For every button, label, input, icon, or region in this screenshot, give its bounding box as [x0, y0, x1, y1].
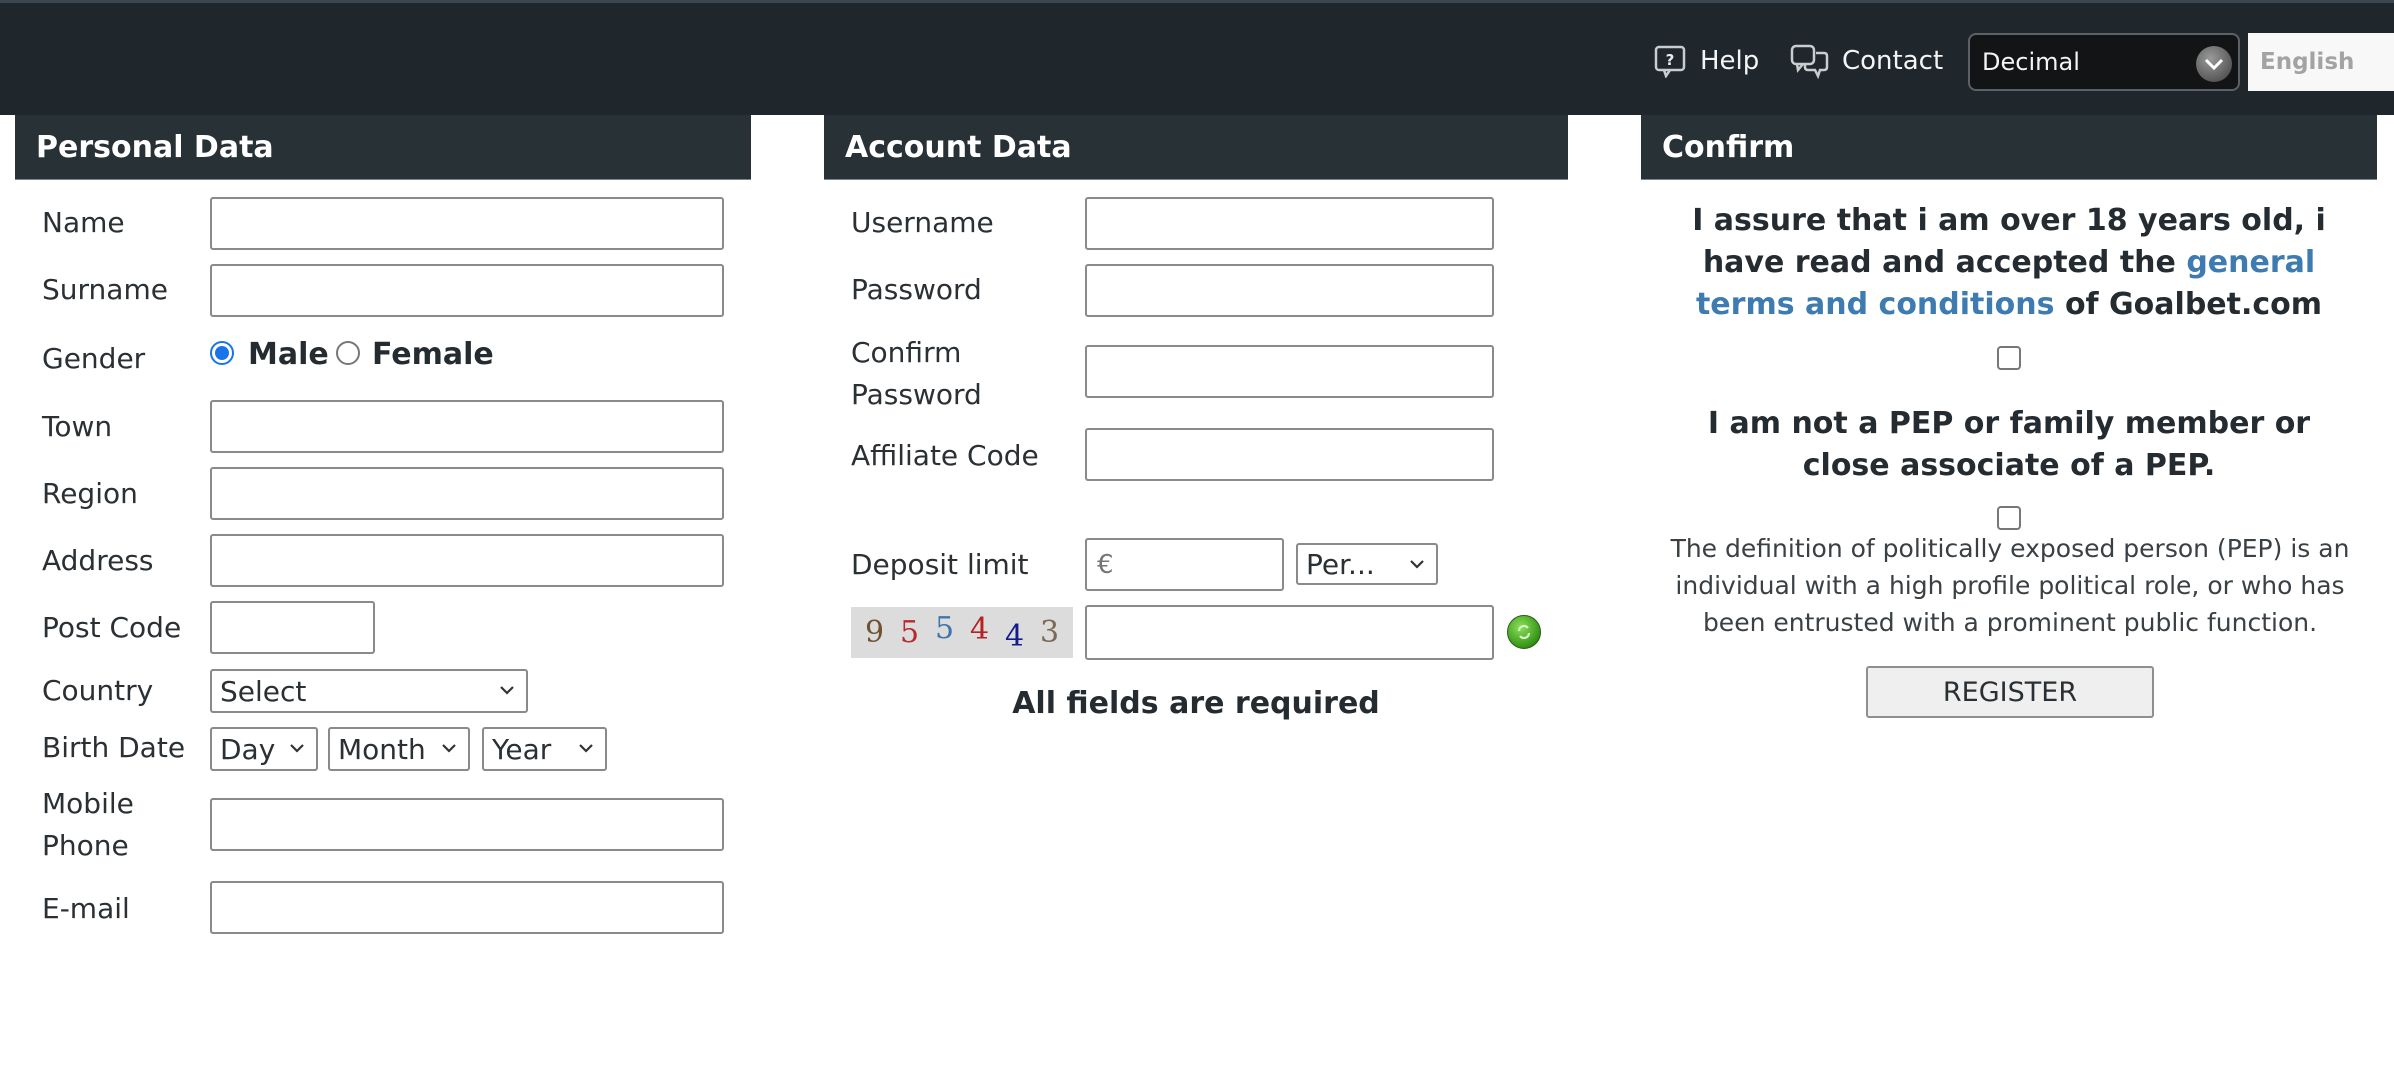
affiliate-code-label: Affiliate Code — [851, 439, 1039, 472]
chevron-down-icon — [1410, 560, 1424, 569]
all-fields-required-note: All fields are required — [1012, 686, 1380, 721]
town-label: Town — [42, 410, 113, 443]
address-label: Address — [42, 544, 154, 577]
region-input[interactable] — [210, 467, 724, 520]
captcha-digit: 4 — [969, 612, 990, 647]
odds-format-value: Decimal — [1982, 48, 2080, 76]
confirm-password-input[interactable] — [1085, 345, 1494, 398]
country-label: Country — [42, 674, 154, 707]
mobile-label-line2: Phone — [42, 829, 129, 862]
account-data-title: Account Data — [845, 129, 1072, 165]
captcha-digit: 4 — [1004, 619, 1025, 654]
captcha-digit: 5 — [934, 611, 955, 646]
username-input[interactable] — [1085, 197, 1494, 250]
mobile-label-line1: Mobile — [42, 787, 134, 820]
post-code-label: Post Code — [42, 611, 182, 644]
country-select[interactable]: Select — [210, 669, 528, 713]
gender-male-radio[interactable] — [210, 341, 234, 365]
country-value: Select — [220, 674, 307, 708]
confirm-password-label-line1: Confirm — [851, 336, 962, 369]
surname-label: Surname — [42, 273, 168, 306]
confirm-title: Confirm — [1662, 129, 1795, 165]
email-label: E-mail — [42, 892, 130, 925]
deposit-limit-input[interactable] — [1085, 538, 1284, 591]
age-terms-checkbox[interactable] — [1997, 346, 2021, 370]
email-input[interactable] — [210, 881, 724, 934]
chat-bubbles-icon — [1790, 44, 1829, 79]
username-label: Username — [851, 206, 994, 239]
age-terms-text-after: of Goalbet.com — [2054, 287, 2323, 322]
language-value: English — [2260, 49, 2355, 75]
top-bar: ? Help Contact Decimal English — [0, 0, 2394, 115]
confirm-header: Confirm — [1641, 115, 2377, 180]
region-label: Region — [42, 477, 138, 510]
affiliate-code-input[interactable] — [1085, 428, 1494, 481]
gender-female-label[interactable]: Female — [372, 335, 494, 375]
chevron-down-icon — [442, 744, 456, 753]
birth-day-value: Day — [220, 732, 276, 766]
name-label: Name — [42, 206, 125, 239]
svg-text:?: ? — [1666, 51, 1675, 69]
gender-label: Gender — [42, 342, 146, 375]
deposit-period-select[interactable]: Per... — [1296, 543, 1438, 585]
captcha-digit: 3 — [1039, 615, 1060, 650]
odds-format-select[interactable]: Decimal — [1968, 33, 2240, 91]
birth-day-select[interactable]: Day — [210, 727, 318, 771]
gender-female-radio[interactable] — [336, 341, 360, 365]
captcha-input[interactable] — [1085, 605, 1494, 660]
captcha-digit: 9 — [864, 615, 885, 650]
birth-month-value: Month — [338, 732, 426, 766]
pep-checkbox[interactable] — [1997, 506, 2021, 530]
captcha-image: 9 5 5 4 4 3 — [851, 607, 1073, 658]
post-code-input[interactable] — [210, 601, 375, 654]
birth-date-label: Birth Date — [42, 731, 186, 764]
help-icon: ? — [1654, 45, 1686, 78]
birth-year-value: Year — [492, 732, 552, 766]
chevron-down-icon — [290, 744, 304, 753]
deposit-period-value: Per... — [1306, 547, 1375, 581]
pep-definition: The definition of politically exposed pe… — [1670, 534, 2350, 637]
name-input[interactable] — [210, 197, 724, 250]
contact-link[interactable]: Contact — [1790, 43, 1943, 79]
birth-month-select[interactable]: Month — [328, 727, 470, 771]
refresh-captcha-button[interactable] — [1507, 615, 1541, 649]
help-label: Help — [1700, 46, 1760, 76]
chevron-down-icon — [500, 686, 514, 695]
age-terms-statement: I assure that i am over 18 years old, i … — [1641, 200, 2377, 326]
deposit-limit-label: Deposit limit — [851, 548, 1029, 581]
chevron-down-icon — [2196, 46, 2232, 82]
help-link[interactable]: ? Help — [1654, 43, 1759, 79]
password-label: Password — [851, 273, 982, 306]
personal-data-header: Personal Data — [15, 115, 751, 180]
address-input[interactable] — [210, 534, 724, 587]
chevron-down-icon — [579, 744, 593, 753]
refresh-icon — [1517, 624, 1531, 640]
birth-year-select[interactable]: Year — [482, 727, 607, 771]
register-button[interactable]: REGISTER — [1866, 666, 2154, 718]
personal-data-title: Personal Data — [36, 129, 274, 165]
language-select[interactable]: English — [2248, 33, 2394, 91]
confirm-password-label-line2: Password — [851, 378, 982, 411]
mobile-phone-input[interactable] — [210, 798, 724, 851]
account-data-header: Account Data — [824, 115, 1568, 180]
gender-male-label[interactable]: Male — [248, 335, 329, 375]
pep-statement: I am not a PEP or family member or close… — [1707, 406, 2311, 483]
captcha-digit: 5 — [899, 615, 920, 650]
surname-input[interactable] — [210, 264, 724, 317]
town-input[interactable] — [210, 400, 724, 453]
password-input[interactable] — [1085, 264, 1494, 317]
contact-label: Contact — [1842, 46, 1944, 76]
